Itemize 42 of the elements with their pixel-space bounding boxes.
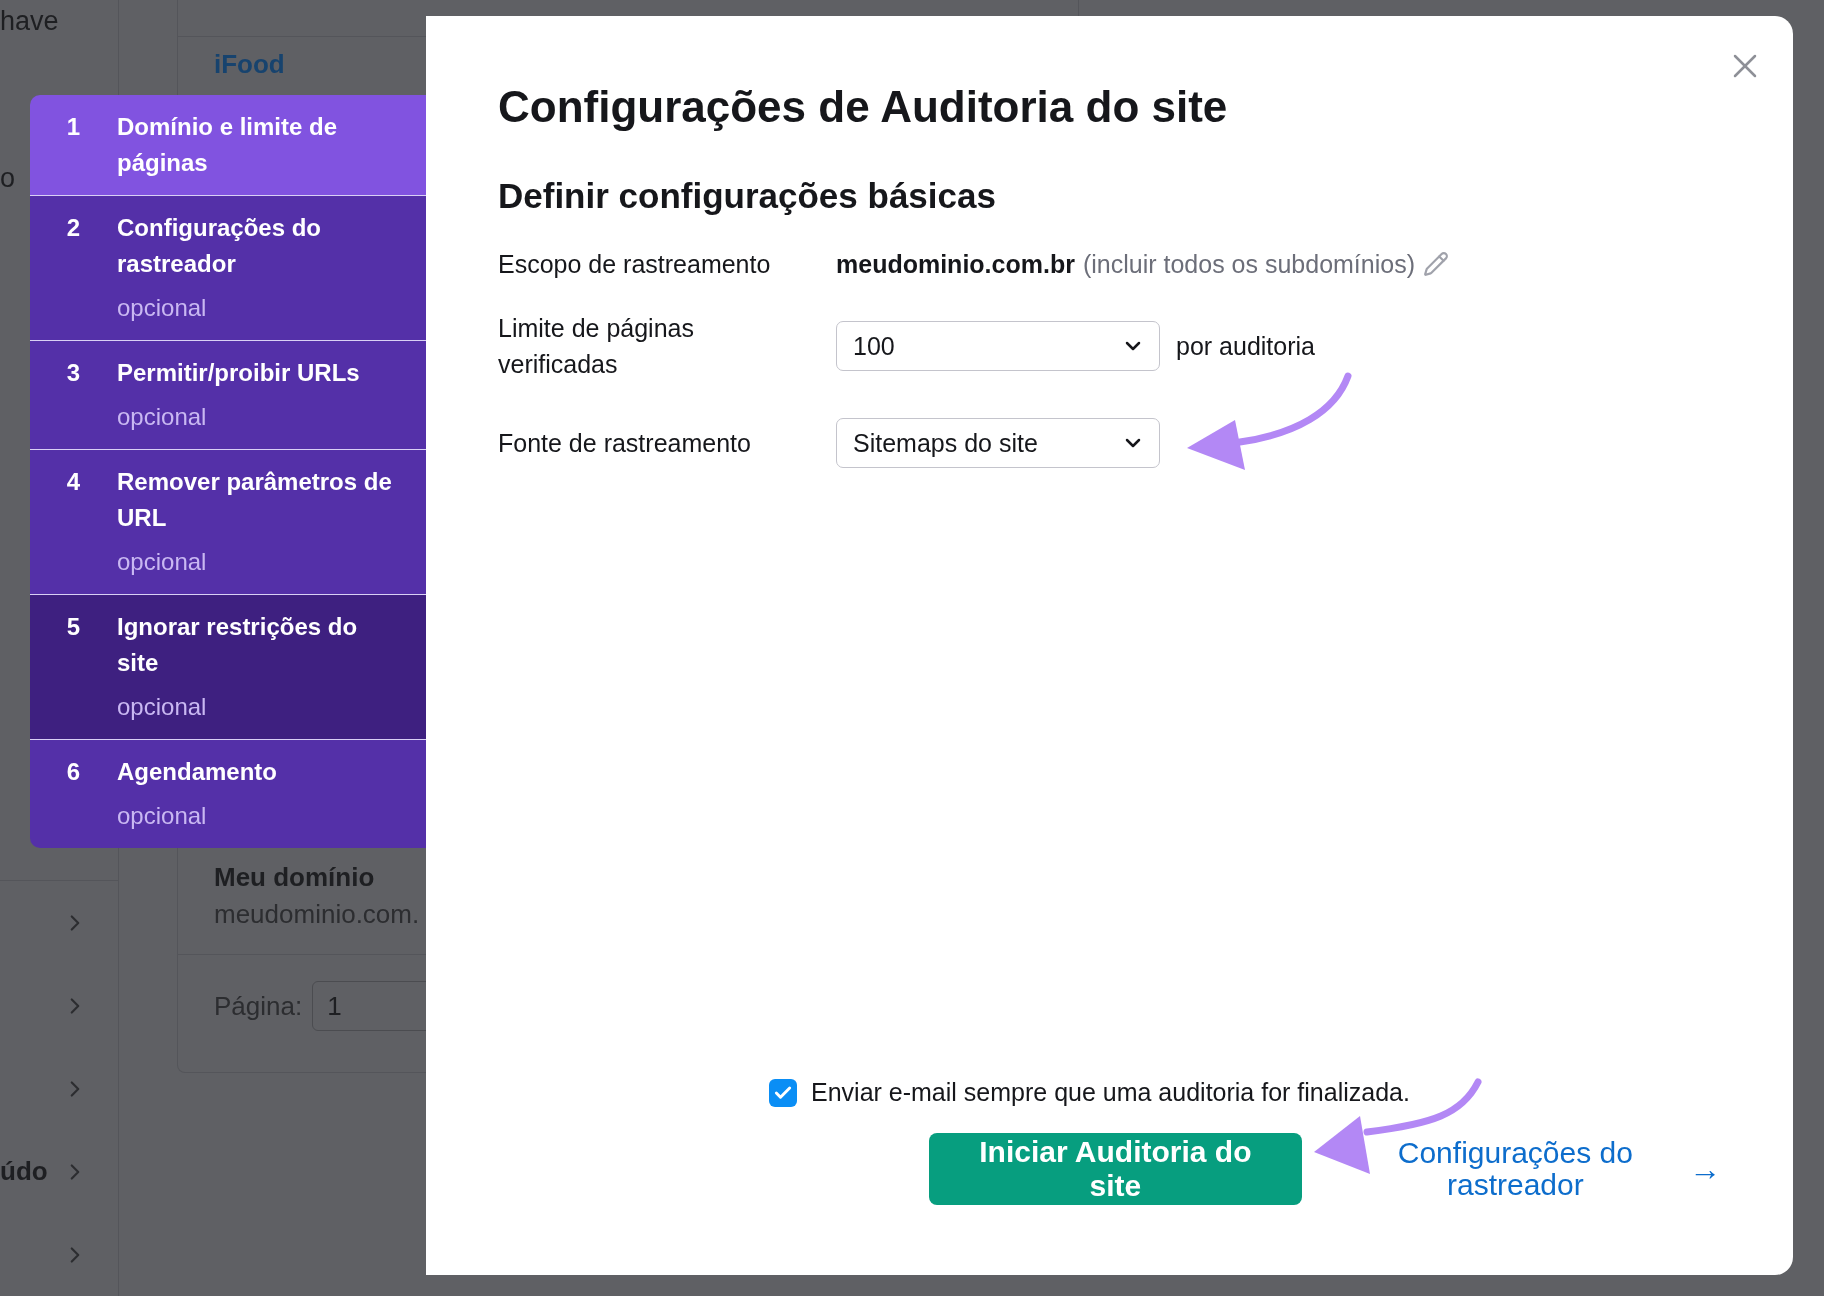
step-subtitle: opcional: [117, 692, 208, 722]
step-number: 5: [65, 612, 82, 642]
step-title: Agendamento: [117, 757, 278, 787]
scope-domain: meudominio.com.br: [836, 249, 1075, 279]
sidebar-label: údo: [0, 1156, 48, 1187]
sidebar-text: have: [0, 6, 59, 37]
step-item[interactable]: 2 Configurações do rastreador opcional: [30, 196, 426, 341]
step-item[interactable]: 4 Remover parâmetros de URL opcional: [30, 450, 426, 595]
field-label: Escopo de rastreamento: [498, 249, 772, 280]
step-item[interactable]: 6 Agendamento opcional: [30, 740, 426, 848]
step-item[interactable]: 5 Ignorar restrições do site opcional: [30, 595, 426, 740]
step-number: 4: [65, 467, 82, 497]
step-number: 1: [65, 112, 82, 142]
step-item[interactable]: 3 Permitir/proibir URLs opcional: [30, 341, 426, 450]
domain-title: Meu domínio: [214, 862, 376, 893]
step-title: Ignorar restrições do site: [117, 612, 359, 678]
field-suffix: por auditoria: [1176, 331, 1315, 361]
step-number: 6: [65, 757, 82, 787]
step-subtitle: opcional: [117, 801, 208, 831]
scope-note: (incluir todos os subdomínios): [1082, 249, 1415, 279]
step-title: Permitir/proibir URLs: [117, 358, 361, 388]
section-title: Definir configurações básicas: [498, 176, 997, 216]
step-number: 3: [65, 358, 82, 388]
checkbox[interactable]: [769, 1078, 797, 1107]
sidebar-text: o: [0, 163, 16, 194]
step-subtitle: opcional: [117, 293, 208, 323]
edit-icon[interactable]: [1423, 251, 1449, 277]
modal-title: Configurações de Auditoria do site: [498, 82, 1229, 132]
checkbox-label: Enviar e-mail sempre que uma auditoria for finalizada.: [811, 1078, 1410, 1107]
field-label: Limite de páginas verificadas: [498, 313, 695, 380]
dropdown-select[interactable]: 100: [836, 321, 1160, 371]
dropdown-select[interactable]: Sitemaps do site: [836, 418, 1160, 468]
next-arrow[interactable]: →: [1689, 1150, 1721, 1188]
step-title: Remover parâmetros de URL: [117, 467, 393, 533]
step-subtitle: opcional: [117, 402, 208, 432]
step-number: 2: [65, 213, 82, 243]
step-item[interactable]: 1 Domínio e limite de páginas: [30, 95, 426, 196]
step-title: Configurações do rastreador: [117, 213, 322, 279]
step-subtitle: opcional: [117, 547, 208, 577]
step-title: Domínio e limite de páginas: [117, 112, 339, 178]
field-label: Fonte de rastreamento: [498, 428, 752, 459]
next-step-link[interactable]: Configurações do rastreador: [1391, 1137, 1639, 1201]
